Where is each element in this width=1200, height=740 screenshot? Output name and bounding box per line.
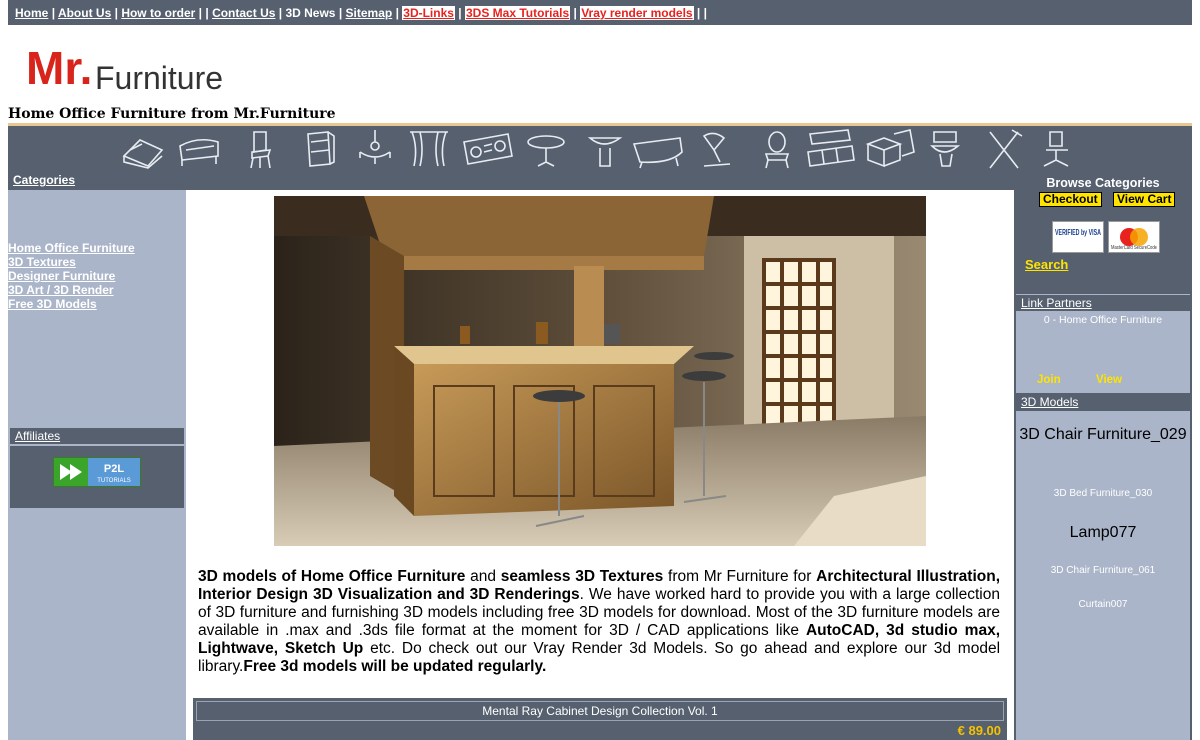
mastercard-graphic: MasterCard SecureCode [1111,228,1157,251]
bathtub-icon[interactable] [630,128,688,170]
logo-graphic: Mr. Furniture [26,42,223,96]
nav-news-text: 3D News [285,6,336,20]
cart-area: Browse Categories Checkout View Cart VER… [1014,176,1192,260]
visa-text: VERIFIED by VISA [1055,228,1101,237]
link-partner-item[interactable]: 0 - Home Office Furniture [1016,314,1190,326]
verified-by-visa-badge: VERIFIED by VISA [1052,221,1104,253]
category-icon-bar [8,126,1192,172]
link-partners-link[interactable]: Link Partners [1021,296,1092,310]
right-sidebar: Browse Categories Checkout View Cart VER… [1014,176,1192,740]
page-tagline: Home Office Furniture from Mr.Furniture [8,106,336,122]
nav-3dlinks-link[interactable]: 3D-Links [402,6,455,20]
model-item[interactable]: Curtain007 [1016,599,1190,610]
nav-home-link[interactable]: Home [15,6,48,20]
nav-separator: | [573,6,577,20]
site-logo[interactable]: Mr. Furniture [26,40,236,96]
main-content: 3D models of Home Office Furniture and s… [186,190,1014,740]
left-link-free-models[interactable]: Free 3D Models [8,297,135,311]
curtain-icon[interactable] [406,128,452,170]
nav-separator: | [458,6,462,20]
desc-text-2: from Mr Furniture for [663,568,817,585]
affiliates-link[interactable]: Affiliates [15,429,60,443]
left-link-textures[interactable]: 3D Textures [8,255,135,269]
model-item[interactable]: Lamp077 [1016,522,1190,543]
nav-separator: | [51,6,56,20]
3d-models-link[interactable]: 3D Models [1021,395,1078,409]
checkout-button[interactable]: Checkout [1039,192,1102,207]
nav-max-tutorials-link[interactable]: 3DS Max Tutorials [465,6,571,20]
desc-bold-5: Free 3d models will be updated regularly… [243,658,547,675]
boxes-icon[interactable] [864,128,920,170]
view-cart-button[interactable]: View Cart [1113,192,1176,207]
model-item[interactable]: 3D Chair Furniture_061 [1016,565,1190,576]
cabinet-icon[interactable] [298,128,344,170]
view-link[interactable]: View [1096,374,1122,386]
mirror-icon[interactable] [754,128,800,170]
model-item[interactable]: 3D Chair Furniture_029 [1016,424,1190,445]
desc-bold-1: 3D models of Home Office Furniture [198,568,466,585]
nav-separator: | [114,6,118,20]
product-title[interactable]: Mental Ray Cabinet Design Collection Vol… [196,701,1004,721]
office-chair-icon[interactable] [1034,128,1080,170]
affiliates-header: Affiliates [10,428,184,444]
3d-models-header: 3D Models [1016,394,1190,410]
chandelier-icon[interactable] [352,128,398,170]
table-icon[interactable] [524,128,570,170]
visa-graphic: VERIFIED by VISA [1055,228,1101,237]
top-navigation: Home | About Us | How to order | | Conta… [8,0,1192,25]
nav-howto-link[interactable]: How to order [121,6,195,20]
p2l-banner-text: P2L [104,463,124,475]
left-link-designer[interactable]: Designer Furniture [8,269,135,283]
left-links: Home Office Furniture 3D Textures Design… [8,241,135,311]
join-link[interactable]: Join [1037,374,1061,386]
nav-sitemap-link[interactable]: Sitemap [346,6,393,20]
nav-about-link[interactable]: About Us [58,6,111,20]
nav-vray-link[interactable]: Vray render models [580,6,694,20]
logo-mr: Mr. [26,42,92,94]
kitchen-icon[interactable] [804,128,860,170]
stereo-icon[interactable] [460,128,516,170]
link-partners-body: 0 - Home Office Furniture Join View [1016,311,1190,393]
product-box: Mental Ray Cabinet Design Collection Vol… [193,698,1007,740]
left-link-home-office[interactable]: Home Office Furniture [8,241,135,255]
hero-render-image [274,196,926,546]
nav-separator: | [338,6,343,20]
product-price: € 89.00 [957,723,1001,738]
sink-icon[interactable] [582,128,628,170]
mastercard-securecode-badge: MasterCard SecureCode [1108,221,1160,253]
left-link-3d-art[interactable]: 3D Art / 3D Render [8,283,135,297]
model-item[interactable]: 3D Bed Furniture_030 [1016,488,1190,499]
search-link[interactable]: Search [1025,257,1068,272]
browse-categories-heading: Browse Categories [1046,176,1160,190]
toilet-icon[interactable] [924,128,970,170]
sofa-icon[interactable] [176,128,222,170]
bed-icon[interactable] [120,128,166,170]
desc-bold-2: seamless 3D Textures [500,568,664,585]
nav-separator: | [395,6,399,20]
nav-separator: | | [696,6,707,20]
link-partners-header: Link Partners [1016,294,1190,311]
kitchen-bar-render [274,196,926,546]
lamp-icon[interactable] [694,128,740,170]
affiliates-box: P2L TUTORIALS [10,446,184,508]
p2l-banner-graphic: P2L TUTORIALS [54,458,140,486]
intro-description: 3D models of Home Office Furniture and s… [198,568,1000,676]
3d-models-list: 3D Chair Furniture_029 3D Bed Furniture_… [1016,411,1190,740]
logo-furniture: Furniture [95,60,223,96]
categories-link[interactable]: Categories [13,173,75,187]
nav-contact-link[interactable]: Contact Us [212,6,275,20]
nav-separator: | [278,6,283,20]
left-sidebar: Home Office Furniture 3D Textures Design… [8,190,186,740]
mastercard-text: MasterCard SecureCode [1111,245,1157,251]
desc-text-1: and [465,568,501,585]
nav-separator: | | [198,6,209,20]
cutlery-icon[interactable] [982,128,1028,170]
chair-icon[interactable] [238,128,284,170]
top-navigation-inner: Home | About Us | How to order | | Conta… [8,0,1192,26]
p2l-tutorials-banner[interactable]: P2L TUTORIALS [53,457,141,487]
p2l-banner-sub: TUTORIALS [97,478,131,484]
